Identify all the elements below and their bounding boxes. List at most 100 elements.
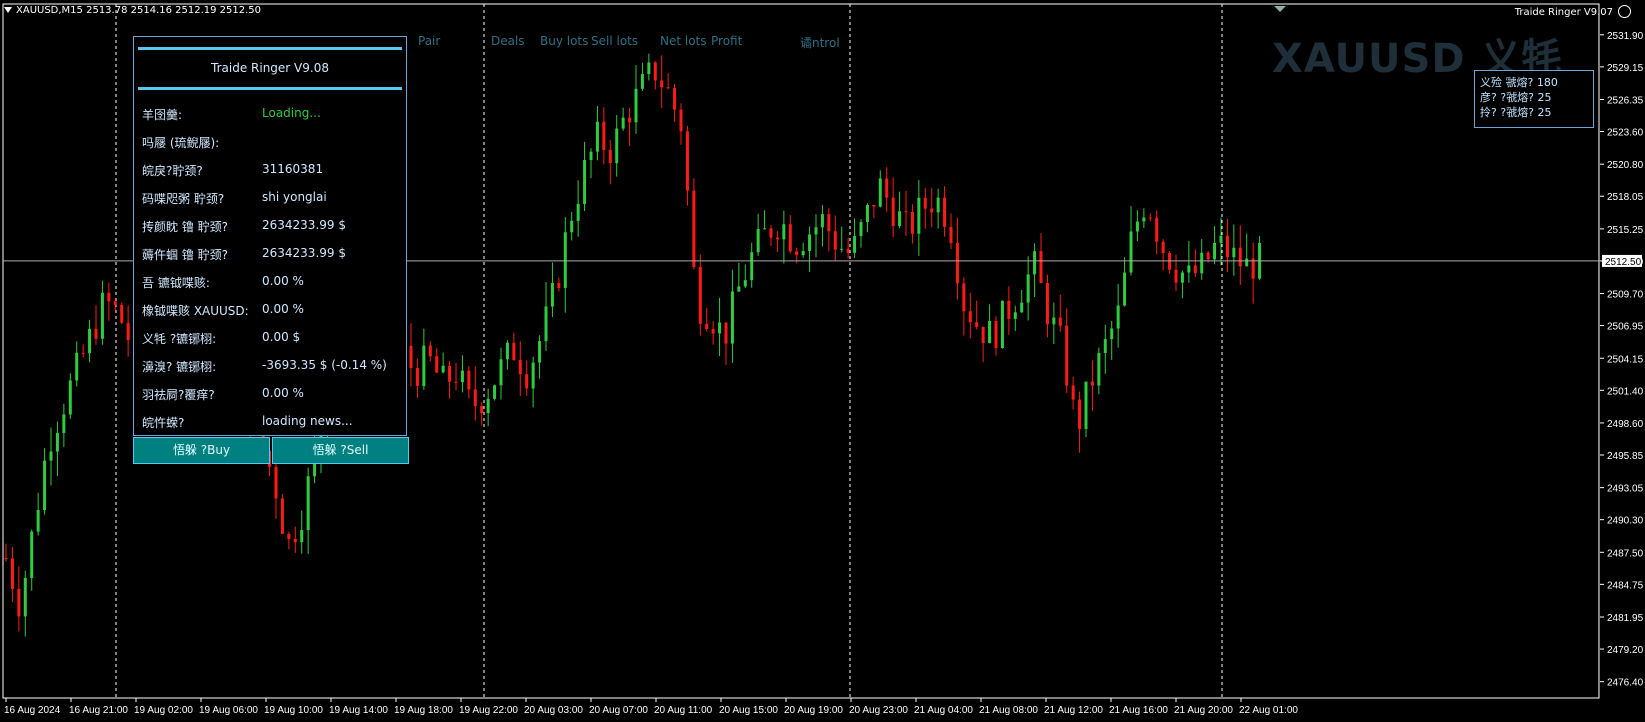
smiley-icon[interactable] [1618, 5, 1631, 18]
candle-body [1116, 305, 1120, 329]
candle-body [1033, 251, 1037, 275]
candle-body [1110, 328, 1114, 340]
candle-body [473, 389, 477, 407]
shift-marker-icon [1274, 6, 1286, 12]
candle-body [1219, 235, 1223, 243]
x-tick-label: 19 Aug 10:00 [264, 705, 323, 716]
x-tick-label: 20 Aug 19:00 [784, 705, 843, 716]
info-line: 彦? ?虢熔? 25 [1480, 91, 1552, 104]
candle-body [4, 558, 8, 560]
y-tick-label: 2490.30 [1607, 516, 1644, 527]
current-price-label: 2512.50 [1605, 257, 1642, 268]
candle-body [666, 87, 670, 89]
candle-body [75, 352, 79, 381]
x-tick-label: 19 Aug 06:00 [199, 705, 258, 716]
candle-body [1020, 302, 1024, 313]
candle-body [885, 178, 889, 198]
panel-row-label: 橡钺喋赅 XAUUSD: [142, 304, 249, 318]
candle-body [1123, 272, 1127, 306]
candle-body [441, 365, 445, 373]
candle-body [673, 88, 677, 110]
candle-body [660, 80, 664, 88]
candle-body [743, 280, 747, 287]
candle-body [505, 342, 509, 360]
panel-title: Traide Ringer V9.08 [211, 61, 329, 75]
candle-body [36, 510, 40, 532]
candle-body [795, 251, 799, 256]
candle-body [1045, 283, 1049, 325]
x-tick-label: 21 Aug 04:00 [914, 705, 973, 716]
candle-body [820, 214, 824, 228]
candle-body [769, 228, 773, 238]
x-tick-label: 21 Aug 12:00 [1044, 705, 1103, 716]
candle-body [923, 197, 927, 209]
candle-body [583, 160, 587, 204]
sell-button[interactable]: 悟躲 ?Sell [272, 437, 409, 464]
candle-body [711, 328, 715, 334]
x-tick-label: 19 Aug 02:00 [134, 705, 193, 716]
candle-body [1129, 231, 1133, 273]
symbol-info: XAUUSD,M15 2513.78 2514.16 2512.19 2512.… [16, 5, 262, 16]
candle-body [763, 228, 767, 230]
candle-body [782, 224, 786, 240]
candle-body [486, 398, 490, 414]
x-tick-label: 20 Aug 15:00 [719, 705, 778, 716]
panel-row-label: 吾 镳钺喋赅: [142, 276, 210, 290]
candle-body [589, 151, 593, 161]
panel-row-value: loading news... [262, 414, 353, 428]
panel-row-label: 义牦 ?镳铘栩: [142, 332, 217, 346]
candle-body [576, 203, 580, 221]
candle-body [467, 370, 471, 390]
x-tick-label: 21 Aug 20:00 [1174, 705, 1233, 716]
x-tick-label: 20 Aug 07:00 [589, 705, 648, 716]
y-tick-label: 2501.40 [1607, 386, 1644, 397]
x-tick-label: 20 Aug 03:00 [524, 705, 583, 716]
candle-body [608, 149, 612, 164]
candle-body [409, 345, 413, 369]
candle-body [1065, 325, 1069, 386]
x-tick-label: 16 Aug 21:00 [69, 705, 128, 716]
candle-body [68, 380, 72, 415]
candle-body [1251, 258, 1255, 279]
candle-body [949, 226, 953, 243]
candle-body [1000, 300, 1004, 348]
candle-body [448, 365, 452, 382]
panel-row-label: 皖忤蝾? [142, 416, 185, 430]
chart-title: XAUUSD,M15 2513.78 2514.16 2512.19 2512.… [4, 5, 261, 16]
candle-body [814, 227, 818, 235]
candle-body [628, 117, 632, 123]
candle-body [788, 224, 792, 252]
candle-body [100, 292, 104, 339]
candle-body [1155, 217, 1159, 242]
candle-body [1039, 251, 1043, 284]
panel-divider [138, 87, 402, 90]
x-tick-label: 19 Aug 14:00 [329, 705, 388, 716]
candle-body [692, 190, 696, 268]
candle-body [1058, 317, 1062, 326]
y-tick-label: 2479.20 [1607, 645, 1644, 656]
buy-button[interactable]: 悟躲 ?Buy [133, 437, 270, 464]
y-tick-label: 2484.75 [1607, 580, 1644, 591]
candle-body [730, 291, 734, 344]
candle-body [1148, 217, 1152, 219]
candle-body [94, 328, 98, 339]
candle-body [640, 74, 644, 89]
candle-body [1090, 381, 1094, 386]
chevron-down-icon[interactable] [4, 7, 12, 13]
y-tick-label: 2523.60 [1607, 128, 1644, 139]
y-tick-label: 2520.80 [1607, 160, 1644, 171]
candle-body [621, 117, 625, 129]
trade-info-box: 义殓 虢熔? 180 彦? ?虢熔? 25 拎? ?虢熔? 25 [1474, 70, 1594, 128]
candle-body [910, 212, 914, 234]
candle-body [685, 131, 689, 191]
y-tick-label: 2529.15 [1607, 63, 1644, 74]
candle-body [531, 362, 535, 389]
candle-body [544, 306, 548, 342]
candle-body [1161, 241, 1165, 254]
panel-row-value: 0.00 % [262, 386, 304, 400]
panel-row-value: -3693.35 $ (-0.14 %) [262, 358, 387, 372]
candle-body [679, 109, 683, 132]
candle-body [647, 62, 651, 75]
col-buy-lots: Buy lots [540, 34, 589, 48]
candle-body [55, 432, 59, 452]
